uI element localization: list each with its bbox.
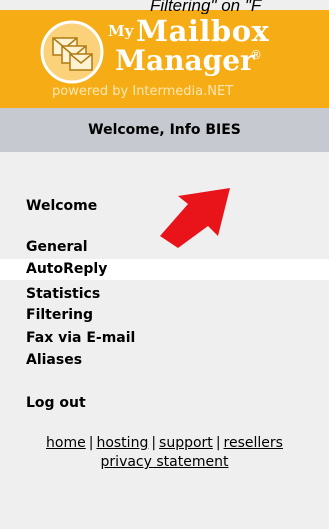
logo-my-text: My: [108, 22, 134, 40]
nav-aliases[interactable]: Aliases: [26, 352, 82, 368]
sidebar: My Mailbox Manager ® powered by Intermed…: [0, 0, 329, 529]
nav-filtering[interactable]: Filtering: [26, 307, 93, 323]
link-support[interactable]: support: [159, 435, 213, 451]
nav-logout[interactable]: Log out: [26, 395, 86, 411]
nav-fax-via-email[interactable]: Fax via E-mail: [26, 330, 135, 346]
footer-separator: |: [215, 435, 221, 451]
logo-mailbox-text: Mailbox: [136, 14, 270, 48]
link-resellers[interactable]: resellers: [224, 435, 283, 451]
red-arrow-icon: [160, 188, 230, 248]
footer-links: home | hosting | support | resellers privacy s…: [0, 434, 329, 472]
nav-statistics[interactable]: Statistics: [26, 286, 100, 302]
link-hosting[interactable]: hosting: [96, 435, 148, 451]
logo-manager-text: Manager: [115, 44, 255, 77]
link-home[interactable]: home: [46, 435, 86, 451]
logo-registered-mark: ®: [250, 48, 262, 62]
mailbox-manager-logo: My Mailbox Manager ® powered by Intermed…: [0, 10, 329, 108]
footer-separator: |: [88, 435, 94, 451]
nav-autoreply[interactable]: AutoReply: [0, 259, 329, 280]
logo-powered-by: powered by Intermedia.NET: [52, 84, 234, 99]
mailbox-envelopes-icon: [40, 20, 104, 84]
link-privacy-statement[interactable]: privacy statement: [101, 454, 229, 470]
page-caption: Filtering" on "F: [150, 0, 262, 14]
welcome-banner: Welcome, Info BIES: [0, 108, 329, 152]
nav-general[interactable]: General: [26, 239, 88, 255]
nav-welcome[interactable]: Welcome: [26, 198, 97, 214]
footer-separator: |: [151, 435, 157, 451]
